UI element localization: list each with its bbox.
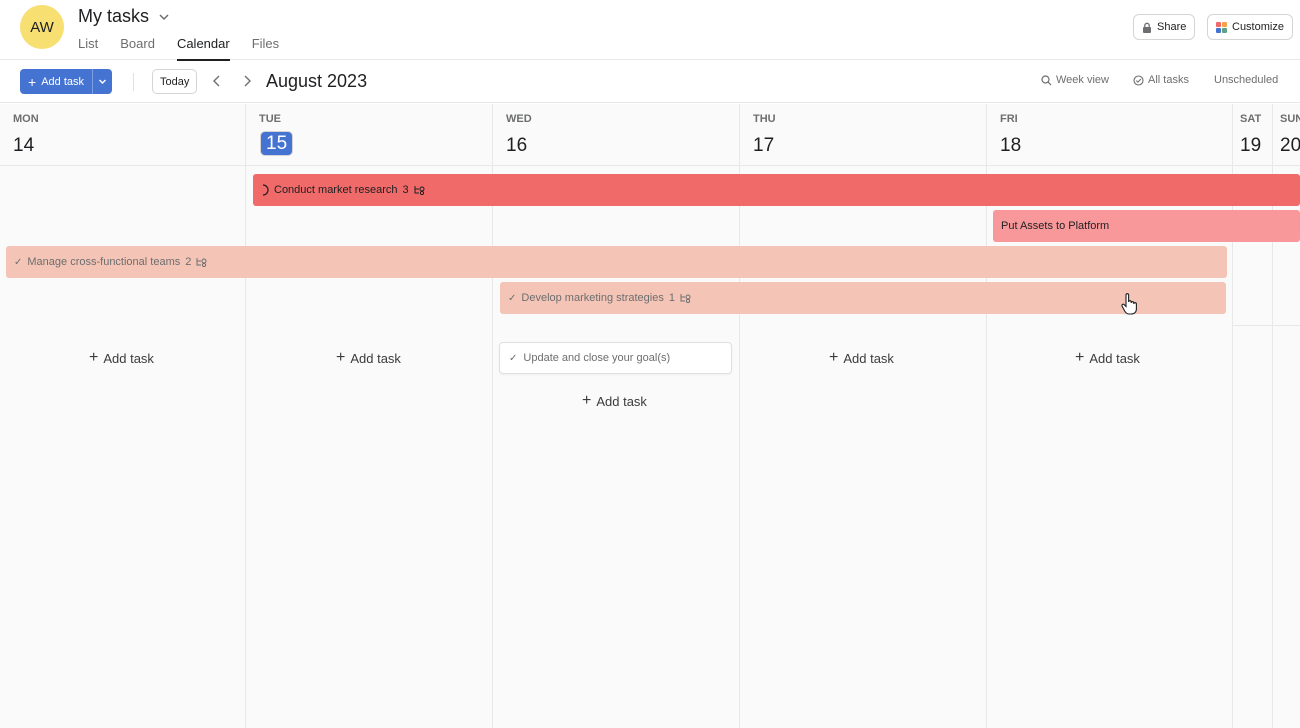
day-name: WED (506, 113, 532, 125)
subtask-count: 2 (185, 256, 192, 268)
add-task-link-fri[interactable]: + Add task (1075, 350, 1140, 366)
lock-icon (1143, 22, 1151, 33)
task-label: Conduct market research (274, 184, 398, 196)
page-title-text: My tasks (78, 6, 150, 26)
today-button[interactable]: Today (152, 69, 198, 94)
spinner-icon (262, 184, 269, 196)
subtasks-icon (680, 294, 691, 303)
task-bar-manage-cross-functional-teams[interactable]: ✓ Manage cross-functional teams 2 (6, 246, 1227, 278)
day-name: FRI (1000, 113, 1018, 125)
task-bar-develop-marketing-strategies[interactable]: ✓ Develop marketing strategies 1 (500, 282, 1226, 314)
day-header: TUE 15 (246, 104, 492, 166)
unscheduled-label: Unscheduled (1214, 74, 1279, 86)
plus-icon: + (829, 349, 839, 366)
add-task-label: Add task (350, 350, 401, 366)
share-label: Share (1157, 21, 1187, 33)
day-name: MON (13, 113, 39, 125)
day-number: 19 (1240, 135, 1262, 156)
day-number: 17 (753, 135, 775, 156)
add-task-link-tue[interactable]: + Add task (336, 350, 401, 366)
month-label: August 2023 (266, 71, 368, 91)
task-bar-put-assets-to-platform[interactable]: Put Assets to Platform (993, 210, 1300, 242)
add-task-split-button: + Add task (20, 69, 112, 94)
plus-icon: + (89, 349, 99, 366)
task-bar-conduct-market-research[interactable]: Conduct market research 3 (253, 174, 1300, 206)
subtask-count: 3 (402, 184, 409, 196)
all-tasks-filter-button[interactable]: All tasks (1133, 74, 1189, 86)
hand-cursor-icon (1121, 293, 1137, 315)
unscheduled-button[interactable]: Unscheduled (1214, 74, 1278, 86)
day-number: 14 (13, 135, 35, 156)
subtask-count: 1 (668, 292, 675, 304)
check-icon: ✓ (14, 256, 23, 268)
day-column-mon[interactable]: MON 14 (0, 104, 246, 728)
add-task-dropdown-button[interactable] (92, 69, 112, 94)
task-card-update-goals[interactable]: ✓ Update and close your goal(s) (499, 342, 732, 374)
customize-icon (1216, 21, 1227, 33)
day-header: THU 17 (740, 104, 986, 166)
calendar-toolbar: + Add task Today August 2023 Week view A… (0, 61, 1300, 103)
chevron-down-icon (99, 79, 106, 84)
add-task-button[interactable]: + Add task (20, 69, 92, 94)
task-label: Update and close your goal(s) (523, 352, 671, 364)
view-tabs: List Board Calendar Files (78, 36, 279, 61)
plus-icon: + (336, 349, 346, 366)
week-view-button[interactable]: Week view (1041, 74, 1109, 86)
day-number: 18 (1000, 135, 1022, 156)
customize-button[interactable]: Customize (1207, 14, 1293, 40)
day-name: SUN (1280, 113, 1300, 125)
add-task-label: Add task (843, 350, 894, 366)
add-task-label: Add task (103, 350, 154, 366)
plus-icon: + (1075, 349, 1085, 366)
day-header: SUN 20 (1273, 104, 1300, 166)
day-number: 20 (1280, 135, 1300, 156)
tab-list[interactable]: List (78, 36, 98, 61)
day-name: TUE (259, 113, 281, 125)
check-icon: ✓ (509, 352, 518, 364)
page-title[interactable]: My tasks (78, 6, 171, 27)
day-name: THU (753, 113, 776, 125)
day-header: MON 14 (0, 104, 245, 166)
task-label: Manage cross-functional teams (27, 256, 181, 268)
week-view-label: Week view (1056, 74, 1109, 86)
add-task-link-wed[interactable]: + Add task (582, 393, 647, 409)
share-button[interactable]: Share (1133, 14, 1196, 40)
subtasks-icon (196, 258, 207, 267)
next-week-button[interactable] (239, 73, 255, 89)
chevron-down-icon (159, 13, 169, 20)
plus-icon: + (582, 392, 592, 409)
customize-label: Customize (1232, 21, 1284, 33)
day-header: SAT 19 (1233, 104, 1272, 166)
add-task-label: Add task (1089, 350, 1140, 366)
add-task-button-label: Add task (41, 75, 84, 88)
day-header: WED 16 (493, 104, 739, 166)
task-label: Develop marketing strategies (521, 292, 664, 304)
day-name: SAT (1240, 113, 1262, 125)
chevron-left-icon (213, 75, 220, 87)
day-header: FRI 18 (987, 104, 1232, 166)
tab-files[interactable]: Files (252, 36, 279, 61)
toolbar-divider (133, 73, 134, 91)
task-label: Put Assets to Platform (1001, 220, 1110, 232)
tab-calendar[interactable]: Calendar (176, 36, 230, 61)
add-task-link-thu[interactable]: + Add task (829, 350, 894, 366)
check-circle-icon (1133, 74, 1144, 86)
avatar[interactable]: AW (20, 5, 64, 49)
tab-board[interactable]: Board (120, 36, 155, 61)
check-icon: ✓ (508, 292, 517, 304)
avatar-initials: AW (30, 18, 54, 36)
chevron-right-icon (244, 75, 251, 87)
day-number: 16 (506, 135, 528, 156)
add-task-link-mon[interactable]: + Add task (89, 350, 154, 366)
plus-icon: + (28, 73, 37, 90)
subtasks-icon (414, 186, 425, 195)
today-label: Today (160, 75, 190, 88)
calendar-grid: MON 14 TUE 15 WED 16 THU 17 FRI 18 SAT 1… (0, 104, 1300, 728)
today-day-number: 15 (260, 131, 294, 156)
add-task-label: Add task (596, 393, 647, 409)
all-tasks-label: All tasks (1148, 74, 1189, 86)
page-header: AW My tasks List Board Calendar Files Sh… (0, 0, 1300, 61)
previous-week-button[interactable] (209, 73, 225, 89)
zoom-icon (1041, 74, 1052, 85)
